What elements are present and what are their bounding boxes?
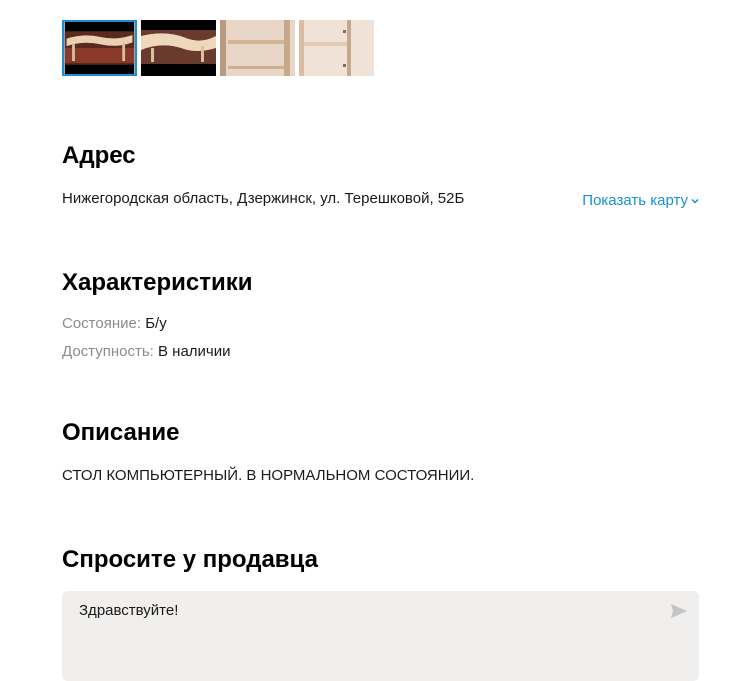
address-value: Нижегородская область, Дзержинск, ул. Те…	[62, 190, 465, 207]
condition-label: Состояние:	[62, 315, 142, 332]
thumbnail-2[interactable]	[141, 20, 216, 76]
send-icon[interactable]	[669, 601, 689, 621]
description-text: СТОЛ КОМПЬЮТЕРНЫЙ. В НОРМАЛЬНОМ СОСТОЯНИ…	[62, 467, 475, 484]
availability-label: Доступность:	[62, 343, 154, 360]
table-photo-icon	[141, 20, 216, 76]
table-photo-icon	[220, 20, 295, 76]
ask-seller-title: Спросите у продавца	[62, 546, 318, 573]
show-map-label: Показать карту	[582, 192, 688, 209]
availability-row: Доступность: В наличии	[62, 342, 231, 362]
message-box	[62, 591, 699, 681]
thumbnail-3[interactable]	[220, 20, 295, 76]
photo-thumbnails	[62, 20, 374, 76]
message-input[interactable]	[79, 601, 639, 621]
description-title: Описание	[62, 419, 180, 446]
show-map-link[interactable]: Показать карту	[582, 191, 699, 211]
condition-value: Б/у	[145, 315, 167, 332]
thumbnail-1[interactable]	[62, 20, 137, 76]
table-photo-icon	[299, 20, 374, 76]
condition-row: Состояние: Б/у	[62, 314, 167, 334]
chevron-down-icon	[691, 198, 699, 204]
availability-value: В наличии	[157, 343, 231, 360]
thumbnail-4[interactable]	[299, 20, 374, 76]
table-photo-icon	[64, 22, 135, 74]
address-title: Адрес	[62, 142, 136, 169]
characteristics-title: Характеристики	[62, 269, 253, 296]
